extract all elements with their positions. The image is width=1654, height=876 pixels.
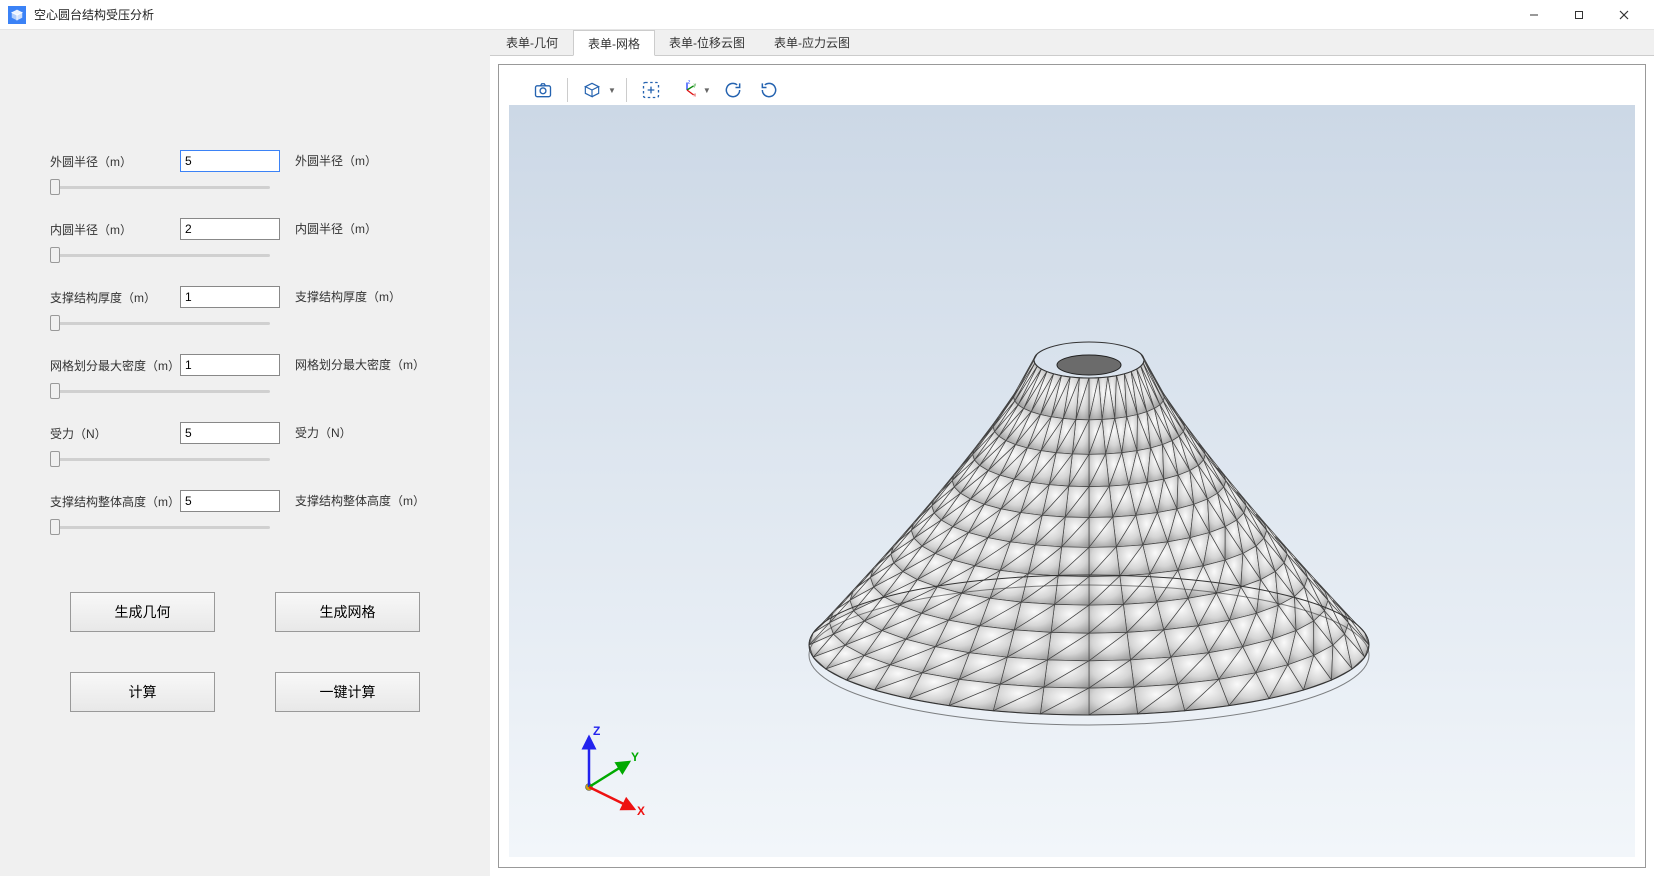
tab-geometry[interactable]: 表单-几何: [492, 30, 573, 55]
slider-force[interactable]: [50, 457, 270, 461]
rotate-cw-icon[interactable]: [719, 76, 747, 104]
label-outer-radius: 外圆半径（m）: [50, 153, 180, 170]
echo-force: 受力（N）: [295, 424, 352, 441]
axis-triad: Z Y X: [559, 717, 659, 817]
mesh-model: [779, 315, 1399, 745]
view-cube-dropdown[interactable]: ▼: [578, 76, 616, 104]
axis-z-label: Z: [593, 724, 600, 738]
tab-displacement[interactable]: 表单-位移云图: [655, 30, 760, 55]
input-thickness[interactable]: [180, 286, 280, 308]
label-inner-radius: 内圆半径（m）: [50, 221, 180, 238]
label-height: 支撑结构整体高度（m）: [50, 493, 180, 510]
parameter-panel: 外圆半径（m） 外圆半径（m） 内圆半径（m） 内圆半径（m） 支撑结构厚度（m…: [0, 30, 490, 876]
compute-button[interactable]: 计算: [70, 672, 215, 712]
echo-mesh-density: 网格划分最大密度（m）: [295, 356, 425, 373]
fit-view-icon[interactable]: [637, 76, 665, 104]
3d-canvas[interactable]: Z Y X: [509, 105, 1635, 857]
toolbar-separator: [567, 78, 568, 102]
svg-text:z: z: [688, 80, 691, 85]
close-button[interactable]: [1601, 0, 1646, 30]
echo-height: 支撑结构整体高度（m）: [295, 492, 425, 509]
label-thickness: 支撑结构厚度（m）: [50, 289, 180, 306]
input-outer-radius[interactable]: [180, 150, 280, 172]
axis-y-label: Y: [631, 750, 639, 764]
axis-x-label: X: [637, 804, 645, 817]
tab-stress[interactable]: 表单-应力云图: [760, 30, 865, 55]
input-height[interactable]: [180, 490, 280, 512]
window-title: 空心圆台结构受压分析: [34, 6, 154, 23]
slider-mesh-density[interactable]: [50, 389, 270, 393]
tab-mesh[interactable]: 表单-网格: [573, 30, 655, 56]
axis-orientation-dropdown[interactable]: z y x ▼: [673, 76, 711, 104]
slider-height[interactable]: [50, 525, 270, 529]
minimize-button[interactable]: [1511, 0, 1556, 30]
title-bar: 空心圆台结构受压分析: [0, 0, 1654, 30]
generate-geometry-button[interactable]: 生成几何: [70, 592, 215, 632]
one-click-compute-button[interactable]: 一键计算: [275, 672, 420, 712]
svg-text:y: y: [694, 83, 697, 89]
viewer-area: ▼ z y x: [498, 64, 1646, 868]
slider-inner-radius[interactable]: [50, 253, 270, 257]
toolbar-separator: [626, 78, 627, 102]
slider-outer-radius[interactable]: [50, 185, 270, 189]
input-inner-radius[interactable]: [180, 218, 280, 240]
axis-xyz-icon[interactable]: z y x: [673, 76, 701, 104]
echo-inner-radius: 内圆半径（m）: [295, 220, 377, 237]
viewer-toolbar: ▼ z y x: [509, 75, 1635, 105]
input-force[interactable]: [180, 422, 280, 444]
generate-mesh-button[interactable]: 生成网格: [275, 592, 420, 632]
svg-text:x: x: [694, 93, 697, 99]
echo-outer-radius: 外圆半径（m）: [295, 152, 377, 169]
label-mesh-density: 网格划分最大密度（m）: [50, 357, 180, 374]
screenshot-icon[interactable]: [529, 76, 557, 104]
maximize-button[interactable]: [1556, 0, 1601, 30]
tab-bar: 表单-几何 表单-网格 表单-位移云图 表单-应力云图: [490, 30, 1654, 56]
slider-thickness[interactable]: [50, 321, 270, 325]
input-mesh-density[interactable]: [180, 354, 280, 376]
view-cube-icon[interactable]: [578, 76, 606, 104]
app-icon: [8, 6, 26, 24]
label-force: 受力（N）: [50, 425, 180, 442]
echo-thickness: 支撑结构厚度（m）: [295, 288, 401, 305]
rotate-ccw-icon[interactable]: [755, 76, 783, 104]
viewer-panel: 表单-几何 表单-网格 表单-位移云图 表单-应力云图 ▼: [490, 30, 1654, 876]
